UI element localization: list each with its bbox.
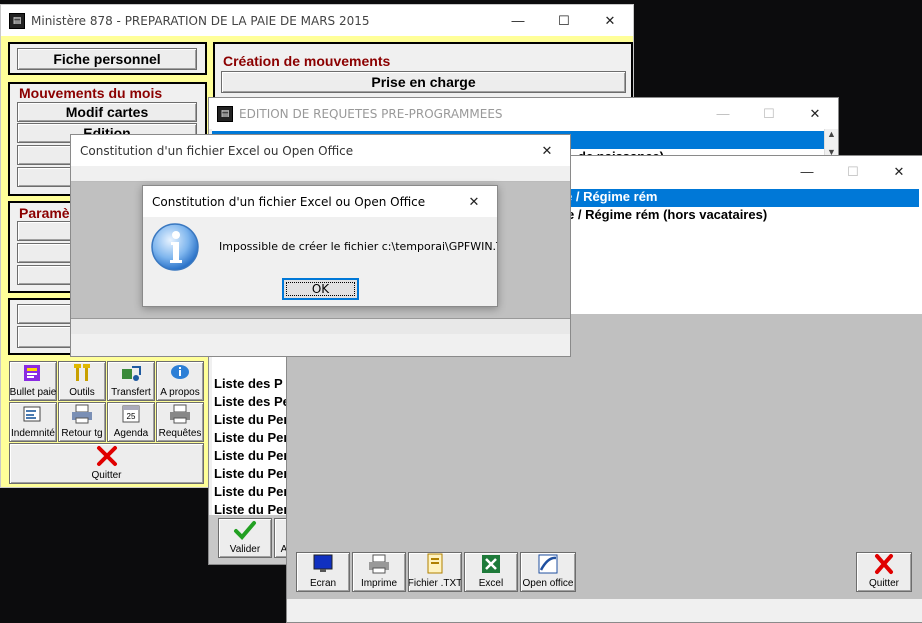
quitter-label: Quitter	[91, 470, 122, 481]
open-office-label: Open office	[522, 578, 574, 589]
quitter-button[interactable]: Quitter	[9, 443, 204, 484]
outils-button[interactable]: Outils	[58, 361, 106, 401]
export-list-item[interactable]: e / Régime rém (hors vacataires)	[565, 207, 767, 225]
message-box: Constitution d'un fichier Excel ou Open …	[142, 185, 498, 307]
main-window-controls: — ☐ ✕	[495, 5, 633, 36]
agenda-button[interactable]: 25 Agenda	[107, 402, 155, 442]
calendar-day: 25	[127, 412, 136, 421]
message-box-close-button[interactable]: ✕	[451, 186, 497, 217]
constitution-close-button[interactable]: ✕	[524, 135, 570, 166]
ecran-button[interactable]: Ecran	[296, 552, 350, 592]
ecran-label: Ecran	[309, 578, 337, 589]
retour-tg-button[interactable]: Retour tg	[58, 402, 106, 442]
requetes-button[interactable]: Requêtes	[156, 402, 204, 442]
requetes-title: EDITION DE REQUETES PRE-PROGRAMMEES	[239, 106, 503, 121]
fichier-txt-button[interactable]: Fichier .TXT	[408, 552, 462, 592]
export-quitter-button[interactable]: Quitter	[856, 552, 912, 592]
message-box-controls: ✕	[451, 186, 497, 217]
requetes-list-item[interactable]: Liste du Per	[212, 412, 288, 430]
requetes-list-item[interactable]: Liste du Per	[212, 466, 288, 484]
export-window-controls: — ☐ ✕	[784, 156, 922, 187]
mouvements-title: Mouvements du mois	[19, 85, 163, 101]
close-button[interactable]: ✕	[587, 5, 633, 36]
prise-en-charge-button[interactable]: Prise en charge	[221, 71, 626, 93]
requetes-list-item[interactable]: Liste du Per	[212, 448, 288, 466]
export-close-button[interactable]: ✕	[876, 156, 922, 187]
parametres-title: Paramè	[19, 205, 70, 221]
imprime-button[interactable]: Imprime	[352, 552, 406, 592]
constitution-footer	[71, 334, 570, 356]
requetes-minimize-button[interactable]: —	[700, 98, 746, 129]
imprime-label: Imprime	[360, 578, 398, 589]
constitution-window-controls: ✕	[524, 135, 570, 166]
excel-label: Excel	[478, 578, 504, 589]
text-file-icon	[422, 553, 448, 575]
a-propos-label: A propos	[160, 387, 200, 398]
query-printer-icon	[167, 403, 193, 425]
scroll-up-arrow[interactable]: ▲	[825, 129, 838, 143]
payslip-icon	[20, 362, 46, 384]
indemnite-button[interactable]: Indemnité	[9, 402, 57, 442]
requetes-window-controls: — ☐ ✕	[700, 98, 838, 129]
open-office-button[interactable]: Open office	[520, 552, 576, 592]
requetes-list-item[interactable]: Liste du Per	[212, 430, 288, 448]
constitution-title: Constitution d'un fichier Excel ou Open …	[80, 143, 354, 158]
agenda-label: Agenda	[113, 428, 149, 439]
transfert-button[interactable]: Transfert	[107, 361, 155, 401]
print-icon	[366, 553, 392, 575]
excel-icon	[478, 553, 504, 575]
a-propos-button[interactable]: A propos	[156, 361, 204, 401]
excel-button[interactable]: Excel	[464, 552, 518, 592]
requetes-app-icon: ▤	[217, 105, 233, 122]
ok-button[interactable]: OK	[282, 278, 359, 300]
open-office-icon	[535, 553, 561, 575]
quit-x-icon	[94, 445, 120, 467]
screen-icon	[310, 553, 336, 575]
export-quitter-label: Quitter	[868, 578, 899, 589]
message-box-title: Constitution d'un fichier Excel ou Open …	[152, 194, 426, 209]
main-window-title: Ministère 878 - PREPARATION DE LA PAIE D…	[31, 13, 370, 28]
constitution-strip-bottom	[71, 318, 570, 334]
info-icon	[167, 362, 193, 384]
requetes-list-item[interactable]: Liste des P	[212, 376, 283, 394]
message-box-info-icon	[150, 222, 200, 272]
requetes-list-item[interactable]: Liste du Per	[212, 484, 288, 502]
requetes-maximize-button[interactable]: ☐	[746, 98, 792, 129]
requetes-label: Requêtes	[158, 428, 202, 439]
message-box-text: Impossible de créer le fichier c:\tempor…	[219, 240, 498, 253]
export-maximize-button[interactable]: ☐	[830, 156, 876, 187]
export-minimize-button[interactable]: —	[784, 156, 830, 187]
maximize-button[interactable]: ☐	[541, 5, 587, 36]
constitution-titlebar[interactable]: Constitution d'un fichier Excel ou Open …	[71, 135, 570, 166]
message-box-titlebar[interactable]: Constitution d'un fichier Excel ou Open …	[143, 186, 497, 217]
checkmark-icon	[232, 519, 258, 541]
indemnite-label: Indemnité	[11, 428, 55, 439]
modif-cartes-button[interactable]: Modif cartes	[17, 102, 197, 122]
valider-button[interactable]: Valider	[218, 518, 272, 558]
bullet-paie-button[interactable]: Bullet paie	[9, 361, 57, 401]
requetes-close-button[interactable]: ✕	[792, 98, 838, 129]
app-icon: ▤	[9, 12, 25, 29]
constitution-strip-top	[71, 166, 570, 182]
indemnity-icon	[20, 403, 46, 425]
tools-icon	[69, 362, 95, 384]
fichier-txt-label: Fichier .TXT	[408, 578, 462, 589]
export-bottom-strip	[287, 599, 922, 622]
minimize-button[interactable]: —	[495, 5, 541, 36]
outils-label: Outils	[69, 387, 95, 398]
retour-tg-label: Retour tg	[61, 428, 103, 439]
printer-icon	[69, 403, 95, 425]
fiche-personnel-button[interactable]: Fiche personnel	[17, 48, 197, 70]
transfer-icon	[118, 362, 144, 384]
calendar-icon: 25	[118, 403, 144, 425]
requetes-list-item[interactable]: Liste du Per	[212, 502, 288, 515]
creation-title: Création de mouvements	[223, 53, 391, 69]
bullet-paie-label: Bullet paie	[9, 387, 57, 398]
valider-label: Valider	[229, 544, 261, 555]
transfert-label: Transfert	[111, 387, 151, 398]
requetes-list-item[interactable]: Liste des Pe	[212, 394, 290, 412]
export-quit-x-icon	[871, 553, 897, 575]
